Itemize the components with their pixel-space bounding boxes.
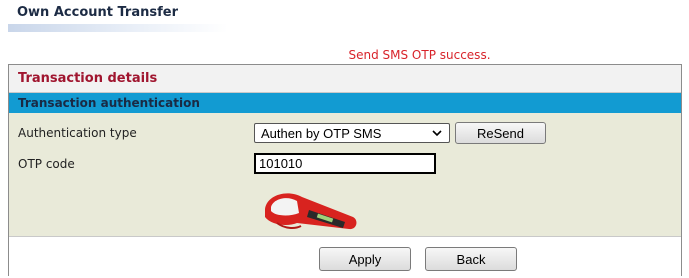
back-button[interactable]: Back: [425, 247, 517, 271]
apply-button[interactable]: Apply: [319, 247, 411, 271]
authentication-type-label: Authentication type: [18, 126, 137, 140]
status-message: Send SMS OTP success.: [348, 48, 491, 62]
page-title: Own Account Transfer: [17, 5, 178, 20]
resend-button[interactable]: ReSend: [455, 122, 546, 144]
transaction-details-header: Transaction details: [9, 65, 681, 93]
authentication-type-value: Authen by OTP SMS: [261, 125, 382, 141]
title-underline: [8, 24, 228, 32]
authentication-body: Authentication type Authen by OTP SMS Re…: [9, 113, 681, 236]
chevron-down-icon: [432, 130, 442, 137]
transaction-authentication-header: Transaction authentication: [9, 93, 681, 113]
transaction-authentication-title: Transaction authentication: [18, 96, 200, 110]
otp-code-value: 101010: [259, 156, 303, 171]
transaction-details-title: Transaction details: [18, 71, 158, 86]
otp-token-device-icon: [265, 193, 357, 230]
transaction-panel: Transaction details Transaction authenti…: [8, 64, 682, 278]
authentication-type-select[interactable]: Authen by OTP SMS: [254, 123, 450, 143]
otp-code-label: OTP code: [18, 157, 75, 171]
otp-code-input[interactable]: 101010: [254, 153, 436, 174]
action-bar: Apply Back: [9, 236, 681, 278]
